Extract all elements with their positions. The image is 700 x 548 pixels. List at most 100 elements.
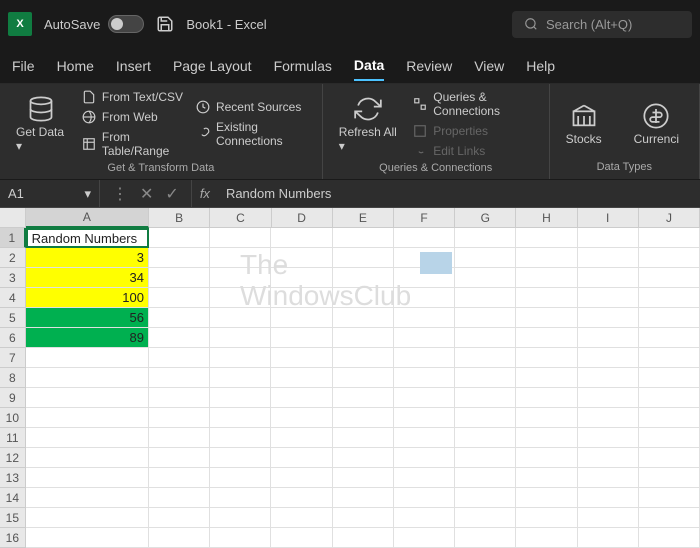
cell-I8[interactable] xyxy=(578,368,639,388)
cell-E14[interactable] xyxy=(333,488,394,508)
search-box[interactable]: Search (Alt+Q) xyxy=(512,11,692,38)
row-header-1[interactable]: 1 xyxy=(0,228,26,248)
cell-I6[interactable] xyxy=(578,328,639,348)
cell-J10[interactable] xyxy=(639,408,700,428)
tab-formulas[interactable]: Formulas xyxy=(274,52,332,80)
cell-G2[interactable] xyxy=(455,248,516,268)
cell-H2[interactable] xyxy=(516,248,577,268)
cell-I3[interactable] xyxy=(578,268,639,288)
tab-view[interactable]: View xyxy=(474,52,504,80)
row-header-14[interactable]: 14 xyxy=(0,488,26,508)
cell-F13[interactable] xyxy=(394,468,455,488)
cell-H1[interactable] xyxy=(516,228,577,248)
cell-B6[interactable] xyxy=(149,328,210,348)
cell-A15[interactable] xyxy=(26,508,149,528)
cell-F10[interactable] xyxy=(394,408,455,428)
cell-D8[interactable] xyxy=(271,368,332,388)
cell-F16[interactable] xyxy=(394,528,455,548)
accept-icon[interactable]: ✓ xyxy=(161,184,182,204)
cell-F11[interactable] xyxy=(394,428,455,448)
cell-I13[interactable] xyxy=(578,468,639,488)
cell-E5[interactable] xyxy=(333,308,394,328)
col-header-J[interactable]: J xyxy=(639,208,700,228)
cell-J3[interactable] xyxy=(639,268,700,288)
cell-H14[interactable] xyxy=(516,488,577,508)
cell-J15[interactable] xyxy=(639,508,700,528)
cell-F4[interactable] xyxy=(394,288,455,308)
cell-G8[interactable] xyxy=(455,368,516,388)
cell-E15[interactable] xyxy=(333,508,394,528)
cell-D12[interactable] xyxy=(271,448,332,468)
cell-E11[interactable] xyxy=(333,428,394,448)
col-header-I[interactable]: I xyxy=(578,208,639,228)
col-header-B[interactable]: B xyxy=(149,208,210,228)
cell-C15[interactable] xyxy=(210,508,271,528)
cell-F2[interactable] xyxy=(394,248,455,268)
cell-F12[interactable] xyxy=(394,448,455,468)
cell-C4[interactable] xyxy=(210,288,271,308)
cell-C7[interactable] xyxy=(210,348,271,368)
cell-B9[interactable] xyxy=(149,388,210,408)
cell-D10[interactable] xyxy=(271,408,332,428)
cell-B7[interactable] xyxy=(149,348,210,368)
cell-D7[interactable] xyxy=(271,348,332,368)
refresh-all-button[interactable]: Refresh All ▾ xyxy=(331,88,405,160)
from-text-csv-button[interactable]: From Text/CSV xyxy=(78,88,188,106)
cell-E8[interactable] xyxy=(333,368,394,388)
cell-F6[interactable] xyxy=(394,328,455,348)
cell-D2[interactable] xyxy=(271,248,332,268)
cell-E6[interactable] xyxy=(333,328,394,348)
cell-J12[interactable] xyxy=(639,448,700,468)
cell-J9[interactable] xyxy=(639,388,700,408)
col-header-E[interactable]: E xyxy=(333,208,394,228)
tab-page-layout[interactable]: Page Layout xyxy=(173,52,252,80)
recent-sources-button[interactable]: Recent Sources xyxy=(192,98,314,116)
cell-G13[interactable] xyxy=(455,468,516,488)
row-header-2[interactable]: 2 xyxy=(0,248,26,268)
col-header-G[interactable]: G xyxy=(455,208,516,228)
row-header-9[interactable]: 9 xyxy=(0,388,26,408)
cell-I12[interactable] xyxy=(578,448,639,468)
row-header-5[interactable]: 5 xyxy=(0,308,26,328)
cell-G5[interactable] xyxy=(455,308,516,328)
cell-B16[interactable] xyxy=(149,528,210,548)
cell-I15[interactable] xyxy=(578,508,639,528)
cell-H9[interactable] xyxy=(516,388,577,408)
cell-D5[interactable] xyxy=(271,308,332,328)
cell-G11[interactable] xyxy=(455,428,516,448)
row-header-15[interactable]: 15 xyxy=(0,508,26,528)
row-header-11[interactable]: 11 xyxy=(0,428,26,448)
select-all-corner[interactable] xyxy=(0,208,26,228)
cell-A1[interactable]: Random Numbers xyxy=(26,228,149,248)
cell-D16[interactable] xyxy=(271,528,332,548)
cell-C16[interactable] xyxy=(210,528,271,548)
cell-J4[interactable] xyxy=(639,288,700,308)
properties-button[interactable]: Properties xyxy=(409,122,540,140)
row-header-8[interactable]: 8 xyxy=(0,368,26,388)
cell-D11[interactable] xyxy=(271,428,332,448)
cell-E13[interactable] xyxy=(333,468,394,488)
col-header-D[interactable]: D xyxy=(272,208,333,228)
cell-H10[interactable] xyxy=(516,408,577,428)
formula-input[interactable]: Random Numbers xyxy=(218,186,700,201)
cell-G15[interactable] xyxy=(455,508,516,528)
cell-B13[interactable] xyxy=(149,468,210,488)
cell-D14[interactable] xyxy=(271,488,332,508)
cell-A10[interactable] xyxy=(26,408,149,428)
cell-A11[interactable] xyxy=(26,428,149,448)
cell-H13[interactable] xyxy=(516,468,577,488)
tab-home[interactable]: Home xyxy=(57,52,94,80)
toggle-switch[interactable] xyxy=(108,15,144,33)
tab-file[interactable]: File xyxy=(12,52,35,80)
autosave-toggle[interactable]: AutoSave xyxy=(44,15,144,33)
cell-E12[interactable] xyxy=(333,448,394,468)
tab-help[interactable]: Help xyxy=(526,52,555,80)
col-header-C[interactable]: C xyxy=(210,208,271,228)
cell-D4[interactable] xyxy=(271,288,332,308)
stocks-button[interactable]: Stocks xyxy=(558,88,610,159)
cell-I14[interactable] xyxy=(578,488,639,508)
row-header-4[interactable]: 4 xyxy=(0,288,26,308)
cell-J7[interactable] xyxy=(639,348,700,368)
cell-G6[interactable] xyxy=(455,328,516,348)
cell-E9[interactable] xyxy=(333,388,394,408)
